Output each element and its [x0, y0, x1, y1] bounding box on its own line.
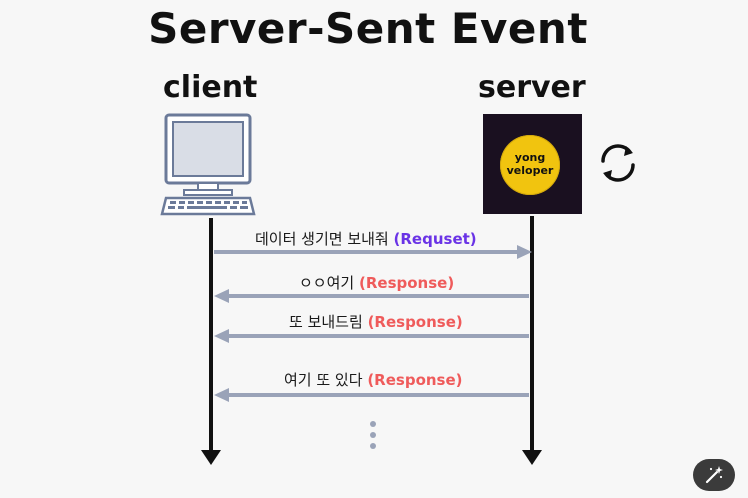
- magic-wand-icon: [705, 466, 723, 484]
- message-tag-response: (Response): [367, 371, 463, 389]
- message-text: 여기 또 있다: [284, 371, 363, 389]
- request-arrowhead: [517, 245, 532, 259]
- response-arrowhead-2: [214, 329, 229, 343]
- message-text: ㅇㅇ여기: [299, 274, 355, 292]
- message-text: 데이터 생기면 보내줘: [255, 230, 389, 248]
- message-tag-response: (Response): [367, 313, 463, 331]
- message-tag-request: (Requset): [393, 230, 477, 248]
- response-arrowhead-3: [214, 388, 229, 402]
- message-response-3: 여기 또 있다 (Response): [284, 369, 463, 390]
- client-lifeline-arrowhead: [201, 450, 221, 465]
- message-tag-response: (Response): [358, 274, 455, 292]
- vertical-ellipsis-icon: [370, 421, 376, 449]
- server-lifeline-arrowhead: [522, 450, 542, 465]
- message-response-2: 또 보내드림 (Response): [289, 311, 463, 332]
- message-text: 또 보내드림: [289, 313, 363, 331]
- magic-wand-button[interactable]: [693, 459, 735, 491]
- response-arrowhead-1: [214, 289, 229, 303]
- message-request: 데이터 생기면 보내줘 (Requset): [255, 228, 477, 249]
- message-response-1: ㅇㅇ여기 (Response): [299, 272, 454, 293]
- sequence-lines: [201, 216, 542, 465]
